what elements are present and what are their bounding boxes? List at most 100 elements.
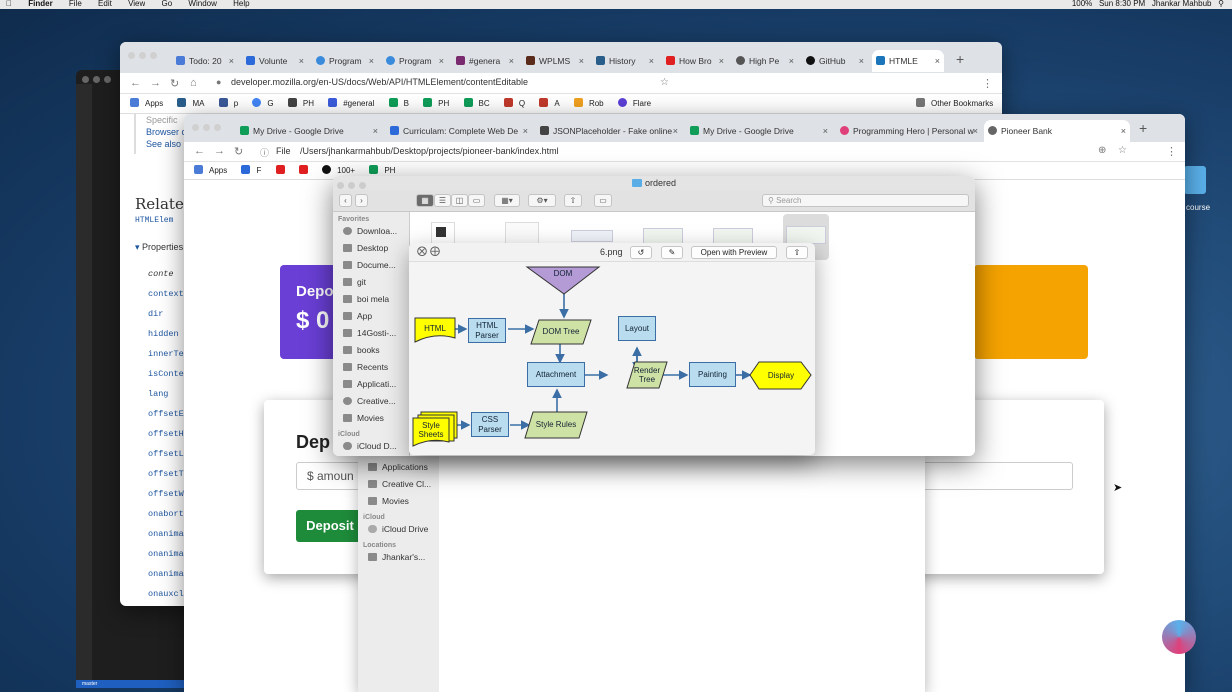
menu-go[interactable]: Go bbox=[162, 0, 173, 8]
tab-pioneer-bank[interactable]: Pioneer Bank × bbox=[984, 120, 1130, 142]
property-link[interactable]: conte bbox=[148, 264, 184, 284]
property-link[interactable]: offsetH bbox=[148, 424, 184, 444]
close-tab-icon[interactable]: × bbox=[373, 124, 378, 138]
zoom-icon[interactable]: ⊕ bbox=[1098, 145, 1106, 156]
other-bookmarks[interactable]: Other Bookmarks bbox=[916, 94, 999, 113]
info-icon[interactable]: ⓘ bbox=[260, 146, 269, 159]
bookmark-ph[interactable]: PH bbox=[369, 165, 401, 175]
close-icon[interactable] bbox=[192, 124, 199, 131]
column-view-icon[interactable]: ◫ bbox=[451, 194, 468, 207]
properties-toggle[interactable]: ▾ Properties bbox=[135, 242, 183, 253]
battery-label[interactable]: 100% bbox=[1072, 0, 1092, 8]
back-icon[interactable]: ← bbox=[130, 77, 141, 89]
list-view-icon[interactable]: ☰ bbox=[434, 194, 451, 207]
star-icon[interactable]: ☆ bbox=[660, 77, 669, 88]
property-link[interactable]: hidden bbox=[148, 324, 184, 344]
property-link[interactable]: onabort bbox=[148, 504, 184, 524]
property-link[interactable]: onanima bbox=[148, 544, 184, 564]
clock[interactable]: Sun 8:30 PM bbox=[1099, 0, 1145, 8]
tab-htmlelement[interactable]: HTMLE × bbox=[872, 50, 944, 72]
property-link[interactable]: context bbox=[148, 284, 184, 304]
bookmark-ph-2[interactable]: PH bbox=[423, 98, 455, 108]
share-icon[interactable]: ⇧ bbox=[786, 246, 808, 259]
bookmark-general[interactable]: #general bbox=[328, 98, 380, 108]
property-link[interactable]: dir bbox=[148, 304, 184, 324]
close-icon[interactable]: ⨂ bbox=[417, 246, 427, 257]
bookmark-g[interactable]: G bbox=[252, 98, 279, 108]
sidebar-item-boi-mela[interactable]: boi mela bbox=[333, 291, 409, 308]
menu-help[interactable]: Help bbox=[233, 0, 249, 8]
property-link[interactable]: offsetT bbox=[148, 464, 184, 484]
forward-icon[interactable]: → bbox=[214, 145, 225, 157]
forward-icon[interactable]: → bbox=[150, 77, 161, 89]
search-icon[interactable]: ⚲ bbox=[1218, 0, 1224, 8]
tab-my-drive-2[interactable]: My Drive - Google Drive × bbox=[686, 120, 832, 142]
close-tab-icon[interactable]: × bbox=[973, 124, 978, 138]
tab-history[interactable]: History × bbox=[592, 50, 658, 72]
icon-view-icon[interactable]: ▦ bbox=[416, 194, 434, 207]
zoom-icon[interactable] bbox=[150, 52, 157, 59]
minimize-icon[interactable] bbox=[93, 76, 100, 83]
tab-high-performance[interactable]: High Pe × bbox=[732, 50, 798, 72]
close-tab-icon[interactable]: × bbox=[823, 124, 828, 138]
back-icon[interactable]: ‹ bbox=[339, 194, 352, 207]
bookmark-bc[interactable]: BC bbox=[463, 98, 496, 108]
sidebar-item-icloud-drive[interactable]: iCloud Drive bbox=[358, 521, 439, 538]
sidebar-item-downloads[interactable]: Downloa... bbox=[333, 223, 409, 240]
property-link[interactable]: onanima bbox=[148, 524, 184, 544]
close-tab-icon[interactable]: × bbox=[299, 54, 304, 68]
address-bar[interactable]: /Users/jhankarmahbub/Desktop/projects/pi… bbox=[300, 146, 559, 156]
close-tab-icon[interactable]: × bbox=[579, 54, 584, 68]
back-icon[interactable]: ← bbox=[194, 145, 205, 157]
close-tab-icon[interactable]: × bbox=[673, 124, 678, 138]
tab-wplms[interactable]: WPLMS × bbox=[522, 50, 588, 72]
star-icon[interactable]: ☆ bbox=[1118, 145, 1127, 156]
bookmark-f[interactable]: F bbox=[241, 165, 267, 175]
tab-general[interactable]: #genera × bbox=[452, 50, 518, 72]
tab-curriculam[interactable]: Curriculam: Complete Web De × bbox=[386, 120, 532, 142]
tab-how-browsers[interactable]: How Bro × bbox=[662, 50, 728, 72]
close-tab-icon[interactable]: × bbox=[509, 54, 514, 68]
finder-search-field[interactable]: ⚲ Search bbox=[762, 194, 969, 207]
close-tab-icon[interactable]: × bbox=[789, 54, 794, 68]
close-icon[interactable] bbox=[337, 182, 344, 189]
tag-icon[interactable]: ▭ bbox=[594, 194, 612, 207]
share-icon[interactable]: ⇧ bbox=[564, 194, 582, 207]
close-tab-icon[interactable]: × bbox=[523, 124, 528, 138]
deposit-button[interactable]: Deposit bbox=[296, 510, 364, 542]
home-icon[interactable]: ⌂ bbox=[190, 77, 197, 89]
apple-icon[interactable]:  bbox=[6, 0, 12, 8]
minimize-icon[interactable] bbox=[203, 124, 210, 131]
bookmark-a[interactable]: A bbox=[539, 98, 565, 108]
sidebar-item-applications[interactable]: Applications bbox=[358, 459, 439, 476]
course-tile[interactable] bbox=[1184, 166, 1206, 194]
fullscreen-icon[interactable]: ⨁ bbox=[430, 246, 440, 257]
new-tab-icon[interactable]: + bbox=[1139, 120, 1147, 136]
property-link[interactable]: onanima bbox=[148, 564, 184, 584]
property-link[interactable]: offsetE bbox=[148, 404, 184, 424]
file-thumbnail[interactable] bbox=[571, 230, 613, 242]
menu-window[interactable]: Window bbox=[188, 0, 216, 8]
menu-view[interactable]: View bbox=[128, 0, 145, 8]
sidebar-item-recents[interactable]: Recents bbox=[333, 359, 409, 376]
sidebar-item-creative-cloud[interactable]: Creative Cl... bbox=[358, 476, 439, 493]
new-tab-icon[interactable]: + bbox=[956, 51, 964, 67]
menu-icon[interactable]: ⋮ bbox=[982, 77, 993, 90]
tab-program-1[interactable]: Program × bbox=[312, 50, 378, 72]
close-tab-icon[interactable]: × bbox=[649, 54, 654, 68]
close-tab-icon[interactable]: × bbox=[1121, 124, 1126, 138]
bookmark-apps[interactable]: Apps bbox=[130, 98, 169, 108]
gallery-view-icon[interactable]: ▭ bbox=[468, 194, 485, 207]
close-tab-icon[interactable]: × bbox=[439, 54, 444, 68]
minimize-icon[interactable] bbox=[139, 52, 146, 59]
sidebar-item-applications[interactable]: Applicati... bbox=[333, 376, 409, 393]
tab-my-drive-1[interactable]: My Drive - Google Drive × bbox=[236, 120, 382, 142]
bookmark-youtube-1[interactable] bbox=[275, 165, 291, 175]
sidebar-item-creative-cloud[interactable]: Creative... bbox=[333, 393, 409, 410]
close-tab-icon[interactable]: × bbox=[719, 54, 724, 68]
bookmark-b[interactable]: B bbox=[388, 98, 415, 108]
close-tab-icon[interactable]: × bbox=[859, 54, 864, 68]
close-icon[interactable] bbox=[82, 76, 89, 83]
forward-icon[interactable]: › bbox=[355, 194, 368, 207]
bookmark-ph[interactable]: PH bbox=[287, 98, 320, 108]
